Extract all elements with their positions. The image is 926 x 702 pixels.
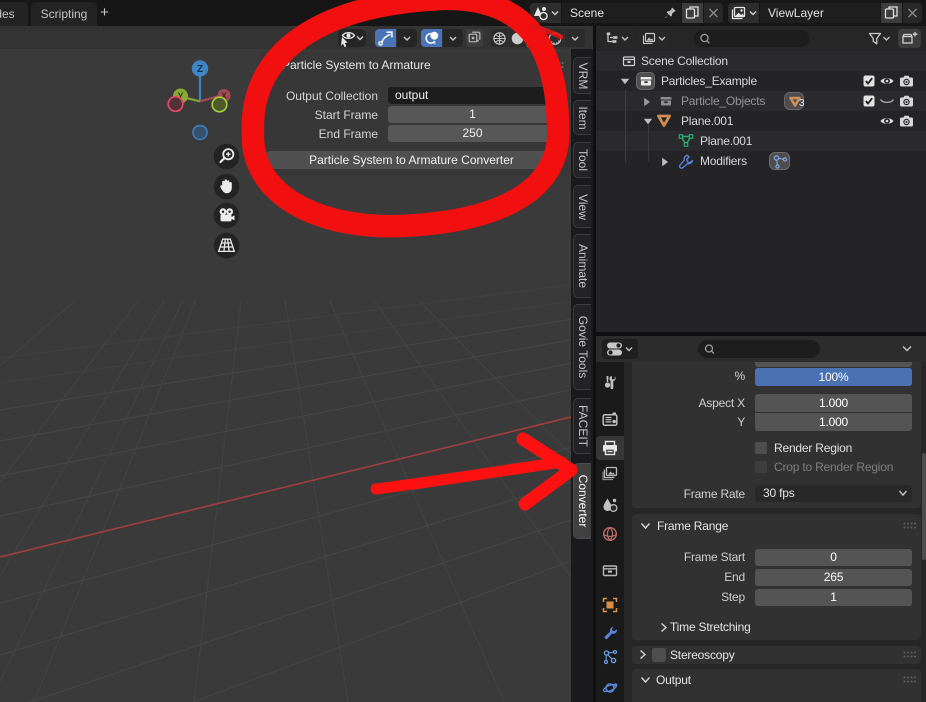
svg-text:Z: Z	[197, 64, 203, 75]
